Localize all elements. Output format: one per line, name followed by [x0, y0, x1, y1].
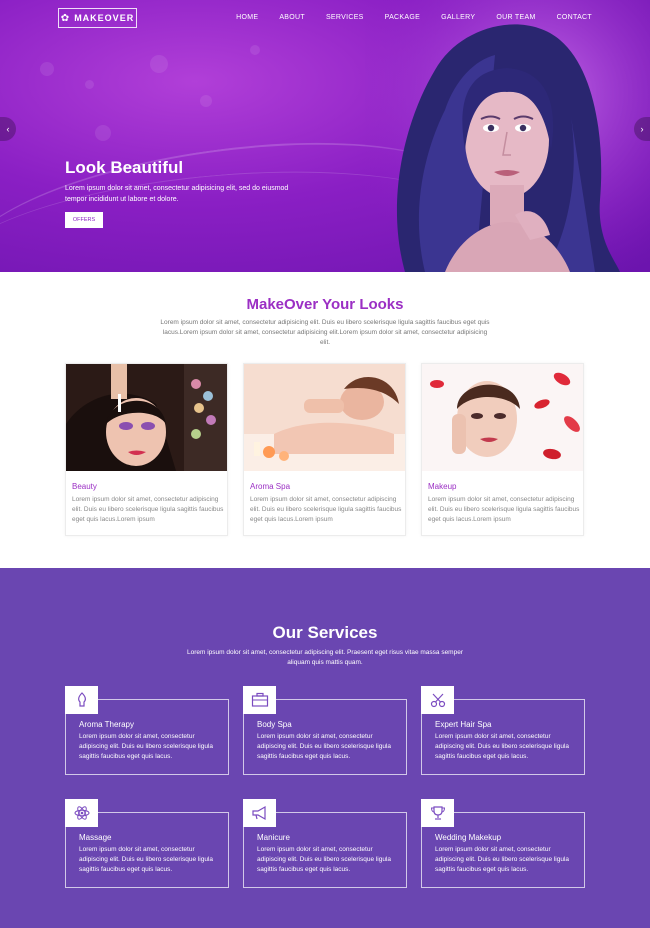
service-title: Manicure: [257, 833, 290, 842]
nav-gallery[interactable]: GALLERY: [441, 14, 475, 21]
bokeh-dot: [150, 55, 168, 73]
service-text: Lorem ipsum dolor sit amet, consectetur …: [435, 733, 570, 760]
looks-subtitle: Lorem ipsum dolor sit amet, consectetur …: [160, 319, 490, 346]
service-title: Wedding Makekup: [435, 833, 502, 842]
beauty-image: [66, 364, 227, 471]
card-title: Aroma Spa: [250, 482, 291, 491]
hero-title: Look Beautiful: [65, 158, 184, 177]
aroma-spa-image: [244, 364, 405, 471]
briefcase-icon: [243, 686, 276, 714]
nav-package[interactable]: PACKAGE: [385, 14, 420, 21]
look-card-beauty[interactable]: Beauty Lorem ipsum dolor sit amet, conse…: [65, 363, 228, 536]
card-text: Lorem ipsum dolor sit amet, consectetur …: [72, 496, 224, 523]
nav-contact[interactable]: CONTACT: [557, 14, 592, 21]
aroma-icon: [65, 686, 98, 714]
offers-button[interactable]: OFFERS: [65, 212, 103, 228]
services-subtitle: Lorem ipsum dolor sit amet, consectetur …: [186, 649, 463, 666]
card-text: Lorem ipsum dolor sit amet, consectetur …: [250, 496, 402, 523]
service-title: Aroma Therapy: [79, 720, 134, 729]
service-manicure[interactable]: Manicure Lorem ipsum dolor sit amet, con…: [243, 799, 407, 888]
bokeh-dot: [250, 45, 260, 55]
service-wedding-makeup[interactable]: Wedding Makekup Lorem ipsum dolor sit am…: [421, 799, 585, 888]
look-card-aroma-spa[interactable]: Aroma Spa Lorem ipsum dolor sit amet, co…: [243, 363, 406, 536]
look-card-makeup[interactable]: Makeup Lorem ipsum dolor sit amet, conse…: [421, 363, 584, 536]
bokeh-dot: [95, 125, 111, 141]
flower-icon: ✿: [60, 12, 71, 24]
nav-about[interactable]: ABOUT: [279, 14, 305, 21]
service-text: Lorem ipsum dolor sit amet, consectetur …: [435, 846, 570, 873]
service-text: Lorem ipsum dolor sit amet, consectetur …: [257, 846, 392, 873]
service-text: Lorem ipsum dolor sit amet, consectetur …: [257, 733, 392, 760]
logo-text: MAKEOVER: [74, 13, 135, 23]
chevron-right-icon: ›: [640, 124, 644, 134]
service-text: Lorem ipsum dolor sit amet, consectetur …: [79, 733, 214, 760]
makeup-image: [422, 364, 583, 471]
hero-slider: ✿ MAKEOVER HOME ABOUT SERVICES PACKAGE G…: [0, 0, 650, 272]
nav-our-team[interactable]: OUR TEAM: [496, 14, 535, 21]
slider-prev-button[interactable]: ‹: [0, 117, 16, 141]
service-text: Lorem ipsum dolor sit amet, consectetur …: [79, 846, 214, 873]
card-text: Lorem ipsum dolor sit amet, consectetur …: [428, 496, 580, 523]
service-title: Expert Hair Spa: [435, 720, 492, 729]
service-aroma-therapy[interactable]: Aroma Therapy Lorem ipsum dolor sit amet…: [65, 686, 229, 775]
nav-services[interactable]: SERVICES: [326, 14, 364, 21]
bokeh-dot: [85, 80, 94, 89]
service-title: Body Spa: [257, 720, 292, 729]
services-title: Our Services: [272, 623, 378, 642]
hero-text: Lorem ipsum dolor sit amet, consectetur …: [65, 185, 289, 203]
bokeh-dot: [40, 62, 54, 76]
service-expert-hair-spa[interactable]: Expert Hair Spa Lorem ipsum dolor sit am…: [421, 686, 585, 775]
service-title: Massage: [79, 833, 112, 842]
trophy-icon: [421, 799, 454, 827]
atom-icon: [65, 799, 98, 827]
megaphone-icon: [243, 799, 276, 827]
nav-home[interactable]: HOME: [236, 14, 258, 21]
card-title: Makeup: [428, 482, 457, 491]
bokeh-dot: [200, 95, 212, 107]
chevron-left-icon: ‹: [6, 124, 10, 134]
main-nav: HOME ABOUT SERVICES PACKAGE GALLERY OUR …: [236, 14, 592, 21]
looks-title: MakeOver Your Looks: [246, 296, 404, 313]
site-logo[interactable]: ✿ MAKEOVER: [58, 8, 137, 28]
services-section: Our Services Lorem ipsum dolor sit amet,…: [0, 568, 650, 928]
hero-portrait: [365, 0, 650, 272]
card-title: Beauty: [72, 482, 97, 491]
service-massage[interactable]: Massage Lorem ipsum dolor sit amet, cons…: [65, 799, 229, 888]
service-body-spa[interactable]: Body Spa Lorem ipsum dolor sit amet, con…: [243, 686, 407, 775]
scissors-icon: [421, 686, 454, 714]
